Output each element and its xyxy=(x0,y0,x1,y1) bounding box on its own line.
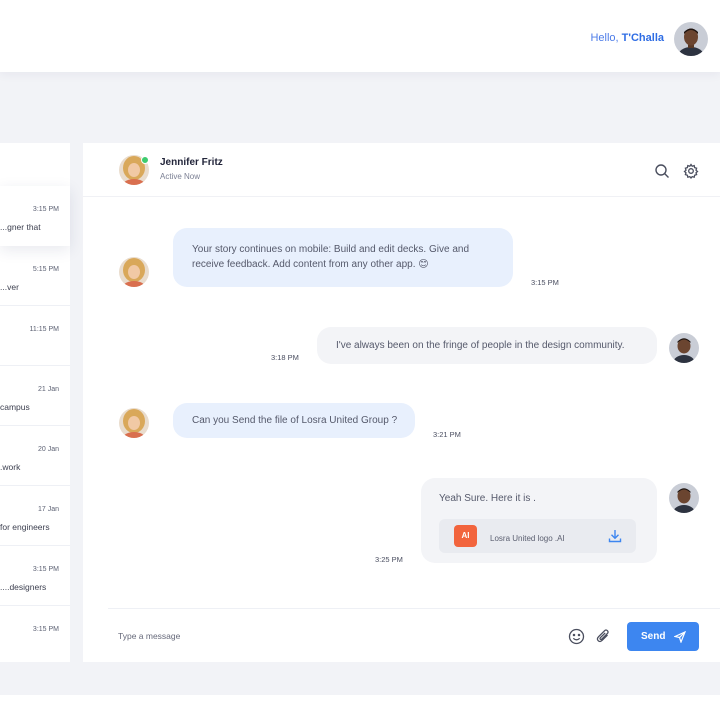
message-time: 3:25 PM xyxy=(375,555,403,564)
message-bubble-incoming: Your story continues on mobile: Build an… xyxy=(173,228,513,287)
gear-icon[interactable] xyxy=(683,163,699,179)
message-composer: Send xyxy=(108,608,720,662)
top-bar: Hello, T'Challa xyxy=(0,0,720,72)
conversation-time: 17 Jan xyxy=(37,506,59,513)
user-message-avatar xyxy=(669,333,699,363)
send-icon xyxy=(673,630,687,644)
conversation-item-5[interactable]: 20 Jan work. xyxy=(0,426,70,486)
greeting-user-name[interactable]: T'Challa xyxy=(622,32,664,44)
conversation-item-6[interactable]: 17 Jan for engineers xyxy=(0,486,70,546)
message-time: 3:18 PM xyxy=(271,353,299,362)
send-button[interactable]: Send xyxy=(627,622,699,651)
greeting-prefix: Hello, xyxy=(590,32,622,44)
conversation-item-3[interactable]: 11:15 PM xyxy=(0,306,70,366)
contact-status: Active Now xyxy=(160,172,201,181)
conversation-time: 11:15 PM xyxy=(29,326,59,333)
paperclip-icon[interactable] xyxy=(595,628,612,645)
message-text: Yeah Sure. Here it is . xyxy=(439,493,536,504)
conversation-time: 3:15 PM xyxy=(32,566,59,573)
online-status-dot xyxy=(141,156,149,164)
conversation-item-4[interactable]: 21 Jan campus xyxy=(0,366,70,426)
emoji-icon[interactable] xyxy=(568,628,585,645)
message-text-line: Your story continues on mobile: Build an… xyxy=(192,244,470,255)
message-bubble-outgoing: Yeah Sure. Here it is . AI Losra United … xyxy=(421,478,657,563)
user-avatar[interactable] xyxy=(674,22,708,56)
conversation-snippet: campus xyxy=(0,402,30,412)
conversation-item-7[interactable]: 3:15 PM designers.... xyxy=(0,546,70,606)
send-button-label: Send xyxy=(641,631,666,642)
search-icon[interactable] xyxy=(654,163,670,179)
contact-message-avatar xyxy=(119,408,149,438)
conversation-item-8[interactable]: 3:15 PM xyxy=(0,606,70,666)
contact-name: Jennifer Fritz xyxy=(160,157,223,168)
conversation-time: 21 Jan xyxy=(37,386,59,393)
message-time: 3:15 PM xyxy=(531,278,559,287)
conversation-list: 3:15 PM gner that... 5:15 PM ver... 11:1… xyxy=(0,143,70,662)
conversation-snippet: designers.... xyxy=(0,582,47,592)
contact-message-avatar xyxy=(119,257,149,287)
message-input[interactable] xyxy=(118,623,518,649)
message-time: 3:21 PM xyxy=(433,430,461,439)
conversation-item-1[interactable]: 3:15 PM gner that... xyxy=(0,186,70,246)
conversation-snippet: gner that... xyxy=(0,222,41,232)
message-bubble-outgoing: I've always been on the fringe of people… xyxy=(317,327,657,364)
conversation-snippet: ver... xyxy=(0,282,19,292)
user-message-avatar xyxy=(669,483,699,513)
chat-header: Jennifer Fritz Active Now xyxy=(83,143,720,197)
bottom-strip xyxy=(0,695,720,720)
conversation-snippet: work. xyxy=(0,462,21,472)
conversation-time: 3:15 PM xyxy=(32,206,59,213)
file-attachment[interactable]: AI Losra United logo .AI xyxy=(439,519,636,553)
file-type-badge: AI xyxy=(454,525,477,547)
conversation-time: 20 Jan xyxy=(37,446,59,453)
conversation-time: 5:15 PM xyxy=(32,266,59,273)
attachment-file-name: Losra United logo .AI xyxy=(490,534,565,543)
chat-panel: Jennifer Fritz Active Now Your story con… xyxy=(83,143,720,662)
greeting: Hello, T'Challa xyxy=(590,32,664,44)
message-text-line: receive feedback. Add content from any o… xyxy=(192,259,429,270)
message-text: I've always been on the fringe of people… xyxy=(336,340,625,351)
conversation-time: 3:15 PM xyxy=(32,626,59,633)
conversation-item-2[interactable]: 5:15 PM ver... xyxy=(0,246,70,306)
message-bubble-incoming: Can you Send the file of Losra United Gr… xyxy=(173,403,415,438)
message-text: Can you Send the file of Losra United Gr… xyxy=(192,415,398,426)
conversation-snippet: for engineers xyxy=(0,522,50,532)
download-icon[interactable] xyxy=(607,528,623,544)
